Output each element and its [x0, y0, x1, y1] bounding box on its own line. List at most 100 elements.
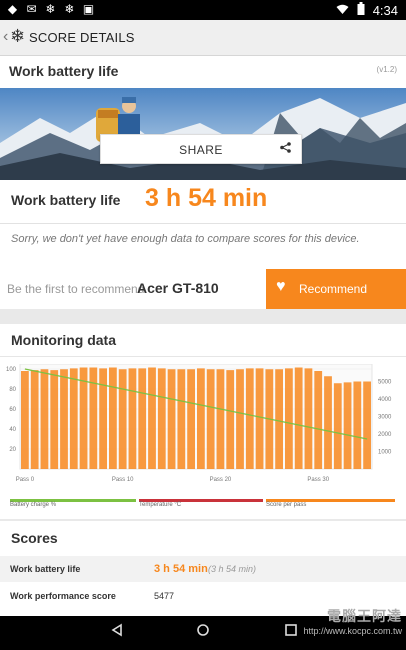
test-title: Work battery life	[9, 63, 119, 79]
monitoring-card: Monitoring data 100 80 60 40 20 5000 4000 3000 2…	[0, 324, 406, 519]
score-row-label: Work battery life	[10, 564, 81, 574]
score-bar	[236, 369, 244, 469]
score-bar	[187, 369, 195, 469]
wifi-icon	[336, 3, 349, 18]
x-tick-label: Pass 0	[16, 477, 35, 483]
score-bar	[197, 368, 205, 469]
legend-score: Score per pass	[266, 502, 307, 508]
test-header: Work battery life (v1.2)	[0, 56, 406, 88]
score-name: Work battery life	[11, 192, 121, 208]
y-right-tick-label: 2000	[378, 432, 392, 438]
app-logo-icon[interactable]: ❄	[10, 26, 25, 47]
snowflake-icon: ❄	[45, 2, 56, 16]
clock: 4:34	[372, 2, 398, 18]
score-bar	[285, 368, 293, 469]
score-bar	[118, 369, 127, 469]
score-bar	[255, 368, 264, 469]
score-row-secondary: (3 h 54 min)	[208, 564, 257, 574]
score-bar	[226, 370, 235, 469]
divider	[0, 223, 406, 224]
snowflake-icon: ❄	[64, 2, 75, 16]
y-right-tick-label: 3000	[378, 415, 392, 421]
score-value: 3 h 54 min	[145, 184, 268, 212]
main-content[interactable]: Work battery life (v1.2) SHARE Work batt…	[0, 56, 406, 616]
score-bar	[333, 383, 342, 469]
app-bar: ‹ ❄ SCORE DETAILS	[0, 20, 406, 56]
score-bar	[167, 369, 176, 469]
shield-icon: ◆	[7, 2, 18, 16]
score-card: Work battery life 3 h 54 min Sorry, we d…	[0, 180, 406, 272]
score-bar	[324, 376, 332, 469]
score-bar	[177, 369, 186, 469]
score-bar	[314, 371, 323, 469]
scores-card: Scores Work battery life 3 h 54 min (3 h…	[0, 521, 406, 616]
battery-icon	[357, 2, 365, 18]
recommend-button-label: Recommend	[299, 282, 368, 296]
legend-battery: Battery charge %	[10, 502, 57, 508]
home-nav-icon[interactable]	[196, 623, 210, 640]
y-left-tick-label: 100	[6, 367, 17, 373]
share-button[interactable]: SHARE	[100, 134, 302, 164]
score-bar	[60, 369, 68, 469]
score-bar	[343, 382, 352, 469]
page-title: SCORE DETAILS	[29, 30, 135, 45]
score-bar	[245, 368, 254, 469]
score-bar	[30, 370, 39, 469]
divider	[0, 356, 406, 357]
score-row-value: 3 h 54 min	[154, 563, 208, 575]
score-bar	[50, 370, 59, 469]
recommend-prefix: Be the first to recommend	[7, 282, 145, 296]
legend-temperature: Temperature °C	[139, 502, 182, 508]
x-tick-label: Pass 30	[307, 477, 329, 483]
score-bar	[69, 368, 78, 469]
watermark: 電腦王阿達 http://www.kocpc.com.tw	[303, 606, 402, 636]
score-bar	[206, 369, 215, 469]
score-bar	[294, 367, 303, 469]
score-bar	[99, 368, 107, 469]
score-row-label: Work performance score	[10, 591, 116, 601]
y-left-tick-label: 40	[9, 427, 16, 433]
score-bar	[157, 368, 166, 469]
scores-title: Scores	[11, 530, 58, 546]
score-bar	[363, 381, 371, 469]
monitoring-chart: 100 80 60 40 20 5000 4000 3000 2000 1000 Pass 0 Pas…	[6, 364, 392, 483]
test-version: (v1.2)	[376, 65, 397, 74]
score-bar	[79, 367, 88, 469]
score-bar	[275, 369, 283, 469]
image-icon: ▣	[82, 2, 95, 16]
y-right-tick-label: 1000	[378, 450, 392, 456]
score-row: Work battery life 3 h 54 min (3 h 54 min…	[0, 556, 406, 582]
score-bar	[138, 368, 147, 469]
back-nav-icon[interactable]	[110, 623, 124, 640]
back-chevron-icon[interactable]: ‹	[3, 28, 8, 46]
score-bar	[109, 367, 117, 469]
score-row-value: 5477	[154, 591, 175, 601]
score-bar	[216, 369, 225, 469]
watermark-url: http://www.kocpc.com.tw	[303, 626, 402, 636]
notification-icons: ◆ ✉ ❄ ❄ ▣	[6, 3, 95, 16]
device-name: Acer GT-810	[137, 280, 219, 296]
score-bar	[353, 381, 362, 469]
recommend-bar: Be the first to recommend Acer GT-810 ♥ …	[0, 269, 406, 309]
score-bar	[304, 368, 313, 469]
recents-nav-icon[interactable]	[284, 623, 298, 640]
watermark-title: 電腦王阿達	[327, 608, 402, 624]
heart-icon: ♥	[276, 278, 286, 295]
score-bar	[148, 367, 156, 469]
score-bar	[21, 371, 29, 469]
mail-icon: ✉	[26, 2, 37, 16]
y-left-tick-label: 60	[9, 407, 16, 413]
y-left-tick-label: 20	[9, 447, 16, 453]
x-tick-label: Pass 20	[210, 477, 232, 483]
y-right-tick-label: 4000	[378, 397, 392, 403]
share-label: SHARE	[179, 143, 223, 157]
recommend-button[interactable]: ♥ Recommend	[266, 269, 406, 309]
share-icon	[280, 142, 291, 156]
y-left-tick-label: 80	[9, 387, 16, 393]
monitoring-title: Monitoring data	[11, 332, 116, 348]
x-tick-label: Pass 10	[112, 477, 134, 483]
status-bar: ◆ ✉ ❄ ❄ ▣ 4:34	[0, 0, 406, 20]
score-bar	[128, 368, 137, 469]
y-right-tick-label: 5000	[378, 380, 392, 386]
score-bar	[40, 369, 49, 469]
